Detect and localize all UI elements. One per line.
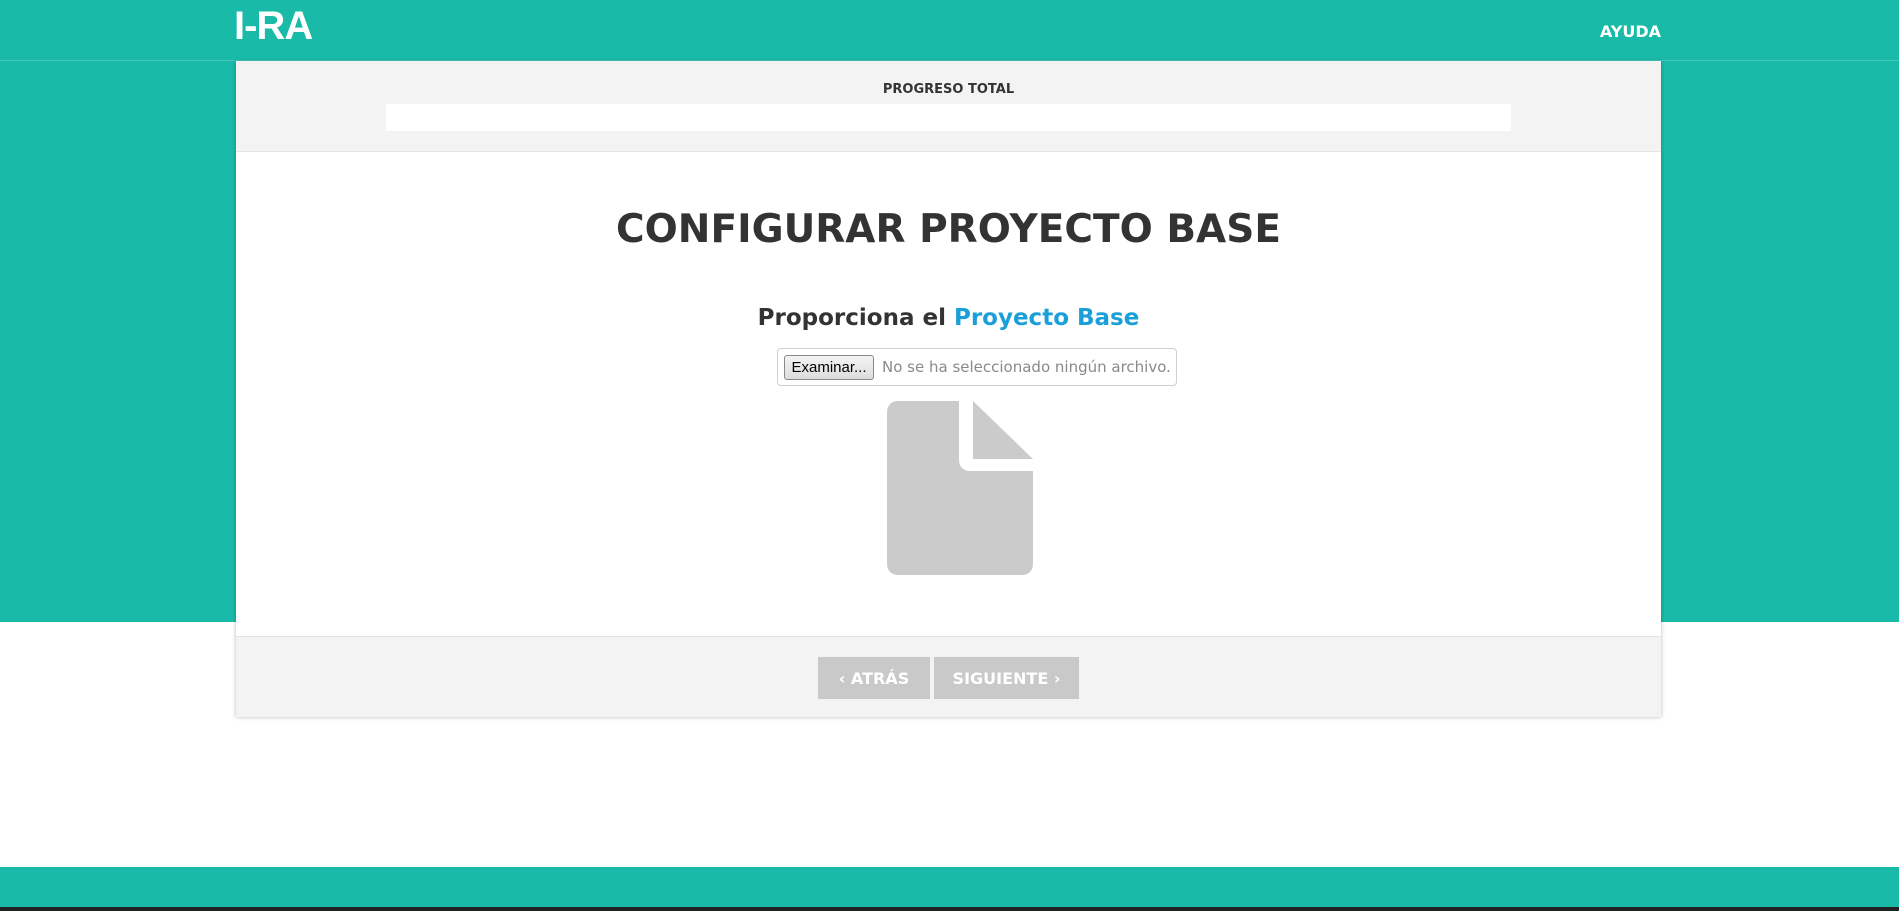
file-icon-body — [887, 401, 1033, 575]
section-subtitle: Proporciona el Proyecto Base — [236, 305, 1661, 331]
file-icon — [887, 401, 1033, 575]
page: I-RA AYUDA PROGRESO TOTAL CONFIGURAR PRO… — [0, 0, 1899, 911]
next-button[interactable]: SIGUIENTE › — [934, 657, 1079, 699]
progress-bar — [386, 104, 1511, 131]
page-footer-edge — [0, 907, 1899, 911]
subtitle-text: Proporciona el — [757, 305, 946, 331]
logo[interactable]: I-RA — [234, 4, 313, 49]
subtitle-highlight: Proyecto Base — [953, 305, 1140, 331]
progress-section: PROGRESO TOTAL — [236, 61, 1661, 152]
progress-label: PROGRESO TOTAL — [882, 82, 1015, 97]
page-title: CONFIGURAR PROYECTO BASE — [616, 207, 1281, 252]
wizard-footer: ‹ ATRÁS SIGUIENTE › — [236, 636, 1661, 717]
page-footer — [0, 867, 1899, 907]
file-icon-corner — [973, 401, 1033, 459]
back-button[interactable]: ‹ ATRÁS — [818, 657, 930, 699]
wizard-card: PROGRESO TOTAL CONFIGURAR PROYECTO BASE … — [236, 61, 1661, 717]
help-link[interactable]: AYUDA — [1600, 22, 1661, 41]
file-status-text: No se ha seleccionado ningún archivo. — [882, 358, 1171, 376]
file-input[interactable]: Examinar... No se ha seleccionado ningún… — [777, 348, 1177, 386]
browse-button[interactable]: Examinar... — [784, 355, 874, 380]
